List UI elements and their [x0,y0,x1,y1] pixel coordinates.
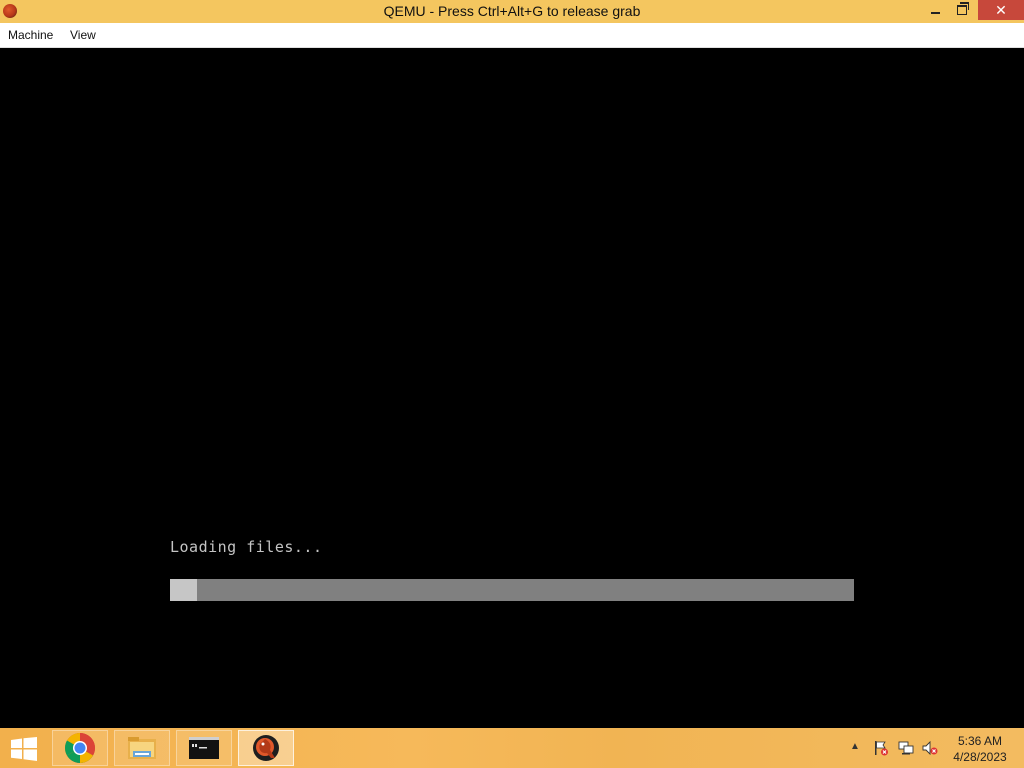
taskbar-qemu[interactable] [238,730,294,766]
volume-muted-icon[interactable] [922,740,938,756]
menu-view[interactable]: View [70,28,96,42]
close-icon: ✕ [995,1,1007,18]
taskbar: ▲ 5:36 AM 4/28/2023 [0,728,1024,768]
qemu-window: QEMU - Press Ctrl+Alt+G to release grab … [0,0,1024,728]
start-button[interactable] [10,737,38,761]
cmd-icon [189,737,219,759]
title-bar[interactable]: QEMU - Press Ctrl+Alt+G to release grab … [0,0,1024,23]
qemu-icon [253,735,279,761]
windows-logo-icon [11,737,37,761]
show-hidden-icons-icon[interactable]: ▲ [850,741,866,757]
vm-display[interactable]: Loading files... [0,48,1024,728]
loading-progress-bar [170,579,854,601]
menu-machine[interactable]: Machine [8,28,53,42]
minimize-button[interactable] [920,0,950,20]
clock-date: 4/28/2023 [953,750,1007,764]
window-title: QEMU - Press Ctrl+Alt+G to release grab [383,3,641,19]
taskbar-file-explorer[interactable] [114,730,170,766]
taskbar-chrome[interactable] [52,730,108,766]
taskbar-command-prompt[interactable] [176,730,232,766]
clock-time: 5:36 AM [957,734,1003,748]
loading-status-text: Loading files... [170,538,323,556]
restore-button[interactable] [948,0,976,20]
action-center-flag-icon[interactable] [873,740,889,756]
chrome-icon [64,733,96,764]
minimize-icon [930,12,940,14]
menu-bar: Machine View [0,23,1024,48]
close-button[interactable]: ✕ [978,0,1024,20]
folder-icon [128,737,156,759]
loading-progress-fill [170,579,198,601]
restore-icon [957,2,969,15]
network-icon[interactable] [898,740,914,756]
taskbar-clock[interactable]: 5:36 AM 4/28/2023 [944,733,1016,765]
